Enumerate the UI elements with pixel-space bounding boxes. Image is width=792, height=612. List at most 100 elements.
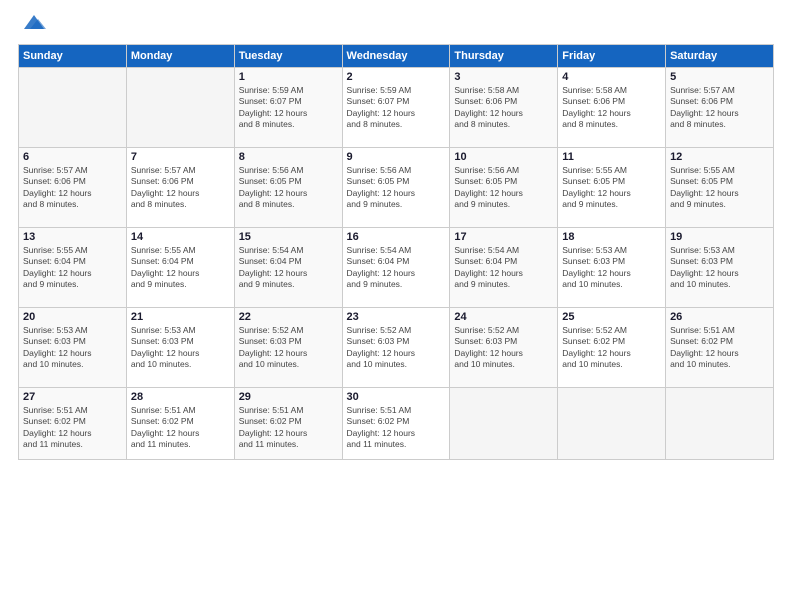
week-row-1: 1 Sunrise: 5:59 AM Sunset: 6:07 PM Daylig… [19,67,774,147]
day-number: 25 [562,311,661,323]
day-info: Sunrise: 5:55 AM Sunset: 6:04 PM Dayligh… [131,245,230,291]
day-number: 6 [23,151,122,163]
week-row-3: 13 Sunrise: 5:55 AM Sunset: 6:04 PM Dayli… [19,227,774,307]
day-number: 5 [670,71,769,83]
day-number: 29 [239,391,338,403]
weekday-header-monday: Monday [126,44,234,67]
day-info: Sunrise: 5:54 AM Sunset: 6:04 PM Dayligh… [347,245,446,291]
day-info: Sunrise: 5:54 AM Sunset: 6:04 PM Dayligh… [454,245,553,291]
weekday-header-friday: Friday [558,44,666,67]
calendar-table: SundayMondayTuesdayWednesdayThursdayFrid… [18,44,774,460]
day-info: Sunrise: 5:53 AM Sunset: 6:03 PM Dayligh… [562,245,661,291]
day-info: Sunrise: 5:52 AM Sunset: 6:03 PM Dayligh… [347,325,446,371]
day-cell: 20 Sunrise: 5:53 AM Sunset: 6:03 PM Dayli… [19,307,127,387]
day-info: Sunrise: 5:58 AM Sunset: 6:06 PM Dayligh… [454,85,553,131]
day-cell [19,67,127,147]
day-cell: 27 Sunrise: 5:51 AM Sunset: 6:02 PM Dayli… [19,387,127,459]
day-cell: 29 Sunrise: 5:51 AM Sunset: 6:02 PM Dayli… [234,387,342,459]
day-info: Sunrise: 5:51 AM Sunset: 6:02 PM Dayligh… [670,325,769,371]
day-number: 11 [562,151,661,163]
day-number: 4 [562,71,661,83]
weekday-header-saturday: Saturday [666,44,774,67]
day-number: 16 [347,231,446,243]
day-info: Sunrise: 5:53 AM Sunset: 6:03 PM Dayligh… [670,245,769,291]
week-row-2: 6 Sunrise: 5:57 AM Sunset: 6:06 PM Daylig… [19,147,774,227]
day-cell: 10Sunrise: 5:56 AM Sunset: 6:05 PM Dayli… [450,147,558,227]
day-number: 19 [670,231,769,243]
day-number: 17 [454,231,553,243]
weekday-header-tuesday: Tuesday [234,44,342,67]
day-cell: 9 Sunrise: 5:56 AM Sunset: 6:05 PM Daylig… [342,147,450,227]
day-cell: 8 Sunrise: 5:56 AM Sunset: 6:05 PM Daylig… [234,147,342,227]
day-info: Sunrise: 5:58 AM Sunset: 6:06 PM Dayligh… [562,85,661,131]
day-number: 1 [239,71,338,83]
day-cell [126,67,234,147]
day-cell: 24Sunrise: 5:52 AM Sunset: 6:03 PM Dayli… [450,307,558,387]
day-cell: 22 Sunrise: 5:52 AM Sunset: 6:03 PM Dayli… [234,307,342,387]
day-info: Sunrise: 5:51 AM Sunset: 6:02 PM Dayligh… [239,405,338,451]
logo [18,16,48,36]
day-info: Sunrise: 5:51 AM Sunset: 6:02 PM Dayligh… [23,405,122,451]
day-number: 13 [23,231,122,243]
day-number: 28 [131,391,230,403]
day-cell: 16 Sunrise: 5:54 AM Sunset: 6:04 PM Dayli… [342,227,450,307]
day-number: 2 [347,71,446,83]
day-number: 27 [23,391,122,403]
day-info: Sunrise: 5:59 AM Sunset: 6:07 PM Dayligh… [347,85,446,131]
day-number: 14 [131,231,230,243]
day-info: Sunrise: 5:52 AM Sunset: 6:02 PM Dayligh… [562,325,661,371]
day-info: Sunrise: 5:51 AM Sunset: 6:02 PM Dayligh… [131,405,230,451]
day-cell [558,387,666,459]
day-number: 30 [347,391,446,403]
day-info: Sunrise: 5:52 AM Sunset: 6:03 PM Dayligh… [454,325,553,371]
day-info: Sunrise: 5:57 AM Sunset: 6:06 PM Dayligh… [23,165,122,211]
day-cell: 19 Sunrise: 5:53 AM Sunset: 6:03 PM Dayli… [666,227,774,307]
day-cell: 3 Sunrise: 5:58 AM Sunset: 6:06 PM Daylig… [450,67,558,147]
day-cell: 6 Sunrise: 5:57 AM Sunset: 6:06 PM Daylig… [19,147,127,227]
calendar-page: SundayMondayTuesdayWednesdayThursdayFrid… [0,0,792,612]
day-cell: 21 Sunrise: 5:53 AM Sunset: 6:03 PM Dayli… [126,307,234,387]
day-info: Sunrise: 5:53 AM Sunset: 6:03 PM Dayligh… [131,325,230,371]
day-number: 7 [131,151,230,163]
week-row-4: 20 Sunrise: 5:53 AM Sunset: 6:03 PM Dayli… [19,307,774,387]
day-number: 3 [454,71,553,83]
day-number: 23 [347,311,446,323]
weekday-header-sunday: Sunday [19,44,127,67]
day-cell: 11 Sunrise: 5:55 AM Sunset: 6:05 PM Dayli… [558,147,666,227]
day-cell: 14 Sunrise: 5:55 AM Sunset: 6:04 PM Dayli… [126,227,234,307]
day-cell: 13Sunrise: 5:55 AM Sunset: 6:04 PM Dayli… [19,227,127,307]
day-info: Sunrise: 5:57 AM Sunset: 6:06 PM Dayligh… [670,85,769,131]
day-number: 8 [239,151,338,163]
day-number: 21 [131,311,230,323]
day-number: 18 [562,231,661,243]
day-number: 22 [239,311,338,323]
day-info: Sunrise: 5:54 AM Sunset: 6:04 PM Dayligh… [239,245,338,291]
day-cell: 2 Sunrise: 5:59 AM Sunset: 6:07 PM Daylig… [342,67,450,147]
day-info: Sunrise: 5:56 AM Sunset: 6:05 PM Dayligh… [347,165,446,211]
weekday-header-thursday: Thursday [450,44,558,67]
day-info: Sunrise: 5:57 AM Sunset: 6:06 PM Dayligh… [131,165,230,211]
weekday-header-row: SundayMondayTuesdayWednesdayThursdayFrid… [19,44,774,67]
day-info: Sunrise: 5:53 AM Sunset: 6:03 PM Dayligh… [23,325,122,371]
day-cell: 30 Sunrise: 5:51 AM Sunset: 6:02 PM Dayli… [342,387,450,459]
weekday-header-wednesday: Wednesday [342,44,450,67]
day-number: 20 [23,311,122,323]
logo-icon [20,11,48,33]
day-info: Sunrise: 5:56 AM Sunset: 6:05 PM Dayligh… [454,165,553,211]
day-cell: 12Sunrise: 5:55 AM Sunset: 6:05 PM Dayli… [666,147,774,227]
day-info: Sunrise: 5:59 AM Sunset: 6:07 PM Dayligh… [239,85,338,131]
day-info: Sunrise: 5:55 AM Sunset: 6:05 PM Dayligh… [562,165,661,211]
day-cell: 26 Sunrise: 5:51 AM Sunset: 6:02 PM Dayli… [666,307,774,387]
day-info: Sunrise: 5:51 AM Sunset: 6:02 PM Dayligh… [347,405,446,451]
day-cell: 15 Sunrise: 5:54 AM Sunset: 6:04 PM Dayli… [234,227,342,307]
day-cell: 23 Sunrise: 5:52 AM Sunset: 6:03 PM Dayli… [342,307,450,387]
day-info: Sunrise: 5:56 AM Sunset: 6:05 PM Dayligh… [239,165,338,211]
header [18,16,774,36]
day-cell: 28 Sunrise: 5:51 AM Sunset: 6:02 PM Dayli… [126,387,234,459]
day-number: 26 [670,311,769,323]
day-info: Sunrise: 5:52 AM Sunset: 6:03 PM Dayligh… [239,325,338,371]
day-info: Sunrise: 5:55 AM Sunset: 6:05 PM Dayligh… [670,165,769,211]
day-number: 15 [239,231,338,243]
day-cell: 18 Sunrise: 5:53 AM Sunset: 6:03 PM Dayli… [558,227,666,307]
day-number: 9 [347,151,446,163]
